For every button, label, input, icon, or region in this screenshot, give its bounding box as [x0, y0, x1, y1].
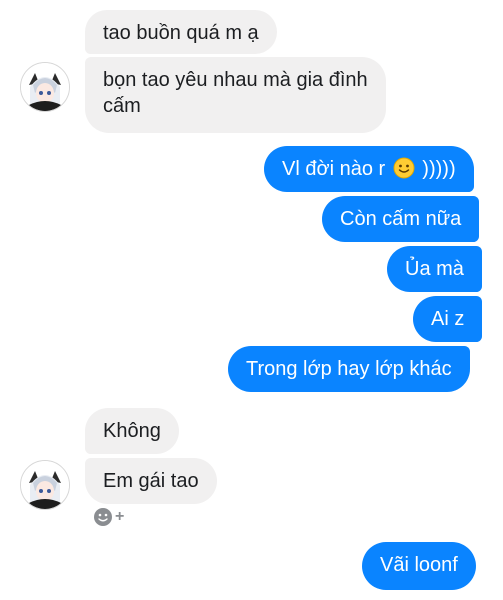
message-text: Vãi loonf [380, 554, 458, 576]
contact-avatar[interactable] [20, 62, 70, 112]
message-outgoing[interactable]: Ai z [413, 296, 483, 342]
message-text-line: bọn tao yêu nhau mà gia đình [103, 69, 368, 91]
add-reaction-button[interactable]: + [93, 507, 124, 527]
message-text: Trong lớp hay lớp khác [246, 358, 452, 380]
contact-avatar[interactable] [20, 460, 70, 510]
message-text: Không [103, 420, 161, 442]
message-text: Ai z [431, 308, 465, 330]
message-text: Em gái tao [103, 470, 199, 492]
message-text: Vl đời nào r [282, 158, 386, 180]
slightly-smiling-face-emoji [393, 157, 415, 179]
message-text: Còn cấm nữa [340, 208, 462, 230]
message-outgoing[interactable]: Trong lớp hay lớp khác [228, 346, 470, 392]
message-outgoing[interactable]: Vãi loonf [362, 542, 476, 590]
message-text: tao buồn quá m ạ [103, 22, 259, 44]
message-incoming[interactable]: tao buồn quá m ạ [85, 10, 277, 54]
message-incoming[interactable]: Không [85, 408, 179, 454]
add-reaction-plus: + [115, 508, 125, 525]
add-reaction-icon [94, 508, 112, 526]
message-outgoing[interactable]: Vl đời nào r ))))) [264, 146, 474, 192]
message-outgoing[interactable]: Còn cấm nữa [322, 196, 480, 242]
message-outgoing[interactable]: Ủa mà [387, 246, 482, 292]
message-incoming[interactable]: bọn tao yêu nhau mà gia đình cấm [85, 57, 386, 133]
message-text: ))))) [422, 158, 456, 180]
message-text-line: cấm [103, 95, 141, 117]
message-incoming[interactable]: Em gái tao [85, 458, 217, 504]
message-text: Ủa mà [405, 258, 464, 280]
